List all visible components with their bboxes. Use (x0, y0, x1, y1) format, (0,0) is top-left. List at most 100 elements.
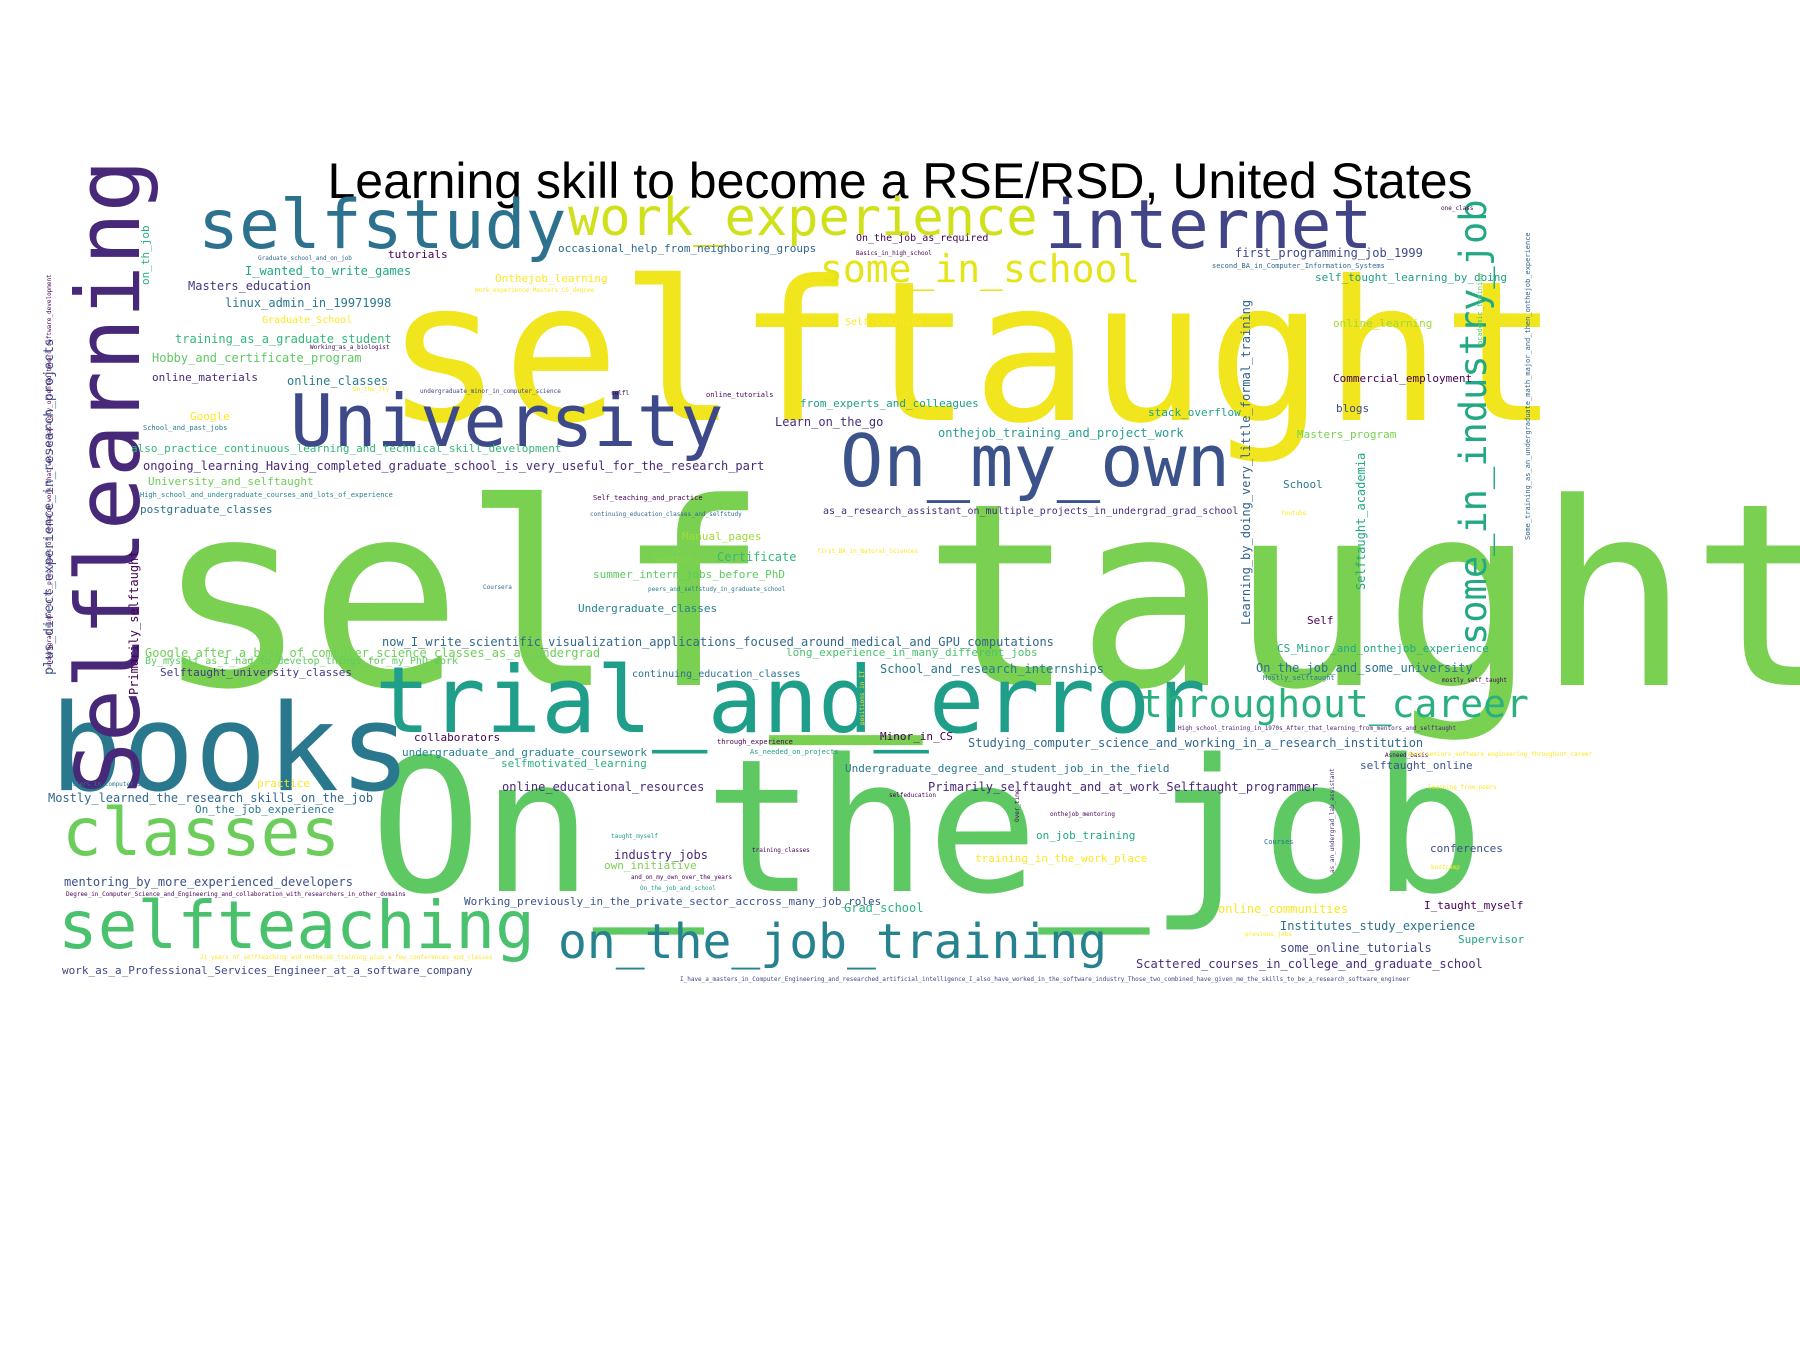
word-and-on-my-own-over-the-years: and_on_my_own_over_the_years (631, 874, 733, 881)
word-bootcamp: bootcamp (1431, 864, 1460, 871)
word-commercial-employment: Commercial_employment (1333, 372, 1473, 385)
word-masters-in-computer-science: Masters_in_Computer_Science (65, 781, 163, 788)
word-mostly-selftaught: Mostly_selftaught (1263, 674, 1335, 682)
word-on-the-job-and-some-university: On_the_job_and_some_university (1256, 661, 1473, 675)
word-first-programming-job-1999: first_programming_job_1999 (1235, 246, 1423, 260)
word-scattered-courses-in-college-and-graduate-school: Scattered_courses_in_college_and_graduat… (1136, 957, 1483, 971)
word-cloud: self_taught selftaught On_the_job books tria… (0, 0, 1800, 1350)
word-cs-minor-and-onthejob-experience: CS_Minor_and_onthejob_experience (1277, 642, 1489, 655)
word-continuing-education-classes: continuing_education_classes (632, 669, 801, 680)
word-undergraduate-degree-and-student-job-in-the-fiel: Undergraduate_degree_and_student_job_in_… (845, 762, 1170, 775)
word-onthejob-mentoring: onthejob_mentoring (1050, 811, 1116, 818)
word-school: School (1283, 478, 1323, 491)
word-masters-education: Masters_education (188, 279, 311, 293)
word-online-learning: online_learning (1333, 317, 1433, 330)
word-learning-by-doing-very-little-formal-training: Learning_by_doing_very_little_formal_tra… (1239, 299, 1253, 625)
word-school-and-past-jobs: School_and_past_jobs (143, 424, 228, 432)
word-online-educational-resources: online_educational_resources (502, 780, 705, 794)
word-some-online-tutorials: some_online_tutorials (1280, 941, 1432, 955)
word-hobby-and-certificate-program: Hobby_and_certificate_program (152, 351, 362, 365)
word-on-the-job-as-required: On_the_job_as_required (856, 233, 989, 244)
word-peers-and-selfstudy-in-graduate-school: peers_and_selfstudy_in_graduate_school (648, 586, 786, 593)
word-i-wanted-to-write-games: I_wanted_to_write_games (245, 264, 412, 278)
word-supervisor: Supervisor (1458, 933, 1525, 946)
word-online-materials: online_materials (152, 371, 258, 384)
word-first-ba-in-natural-sciences: first_BA_in_Natural_Sciences (817, 548, 919, 555)
word-primarily-selftaught-and-at-work-selftaught-prog: Primarily_selftaught_and_at_work_Selftau… (928, 780, 1319, 794)
word-i-taught-myself: I_taught_myself (1424, 899, 1524, 912)
word-21-years-of-selfteaching-and-onthejob-training-p: 21_years_of_selfteaching_and_onthejob_tr… (200, 954, 493, 961)
word-self-training: Self_training (845, 317, 924, 328)
word-training-in-the-work-place: training_in_the_work_place (975, 852, 1148, 865)
word-as-an-undergrad-lab-assistant: as_an_undergrad_lab_assistant (1329, 768, 1336, 873)
word-through-experience: through_experience (717, 738, 793, 746)
word-high-school-training-in-1970s-after-that-learnin: High_school_training_in_1970s_After_that… (1178, 725, 1457, 732)
word-selfstudy: selfstudy (198, 186, 567, 265)
word-long-experience-in-many-different-jobs: long_experience_in_many_different_jobs (786, 646, 1038, 659)
word-academic-training: academic_training (1476, 273, 1484, 345)
word-previous-jobs: previous_jobs (1245, 931, 1292, 938)
word-learn-on-the-go: Learn_on_the_go (775, 415, 884, 429)
word-certificate: Certificate (717, 550, 797, 564)
word-working-previously-in-the-private-sector-accross: Working_previously_in_the_private_sector… (464, 895, 882, 908)
word-one-class: one_class (1441, 205, 1474, 212)
word-manual-pages: Manual_pages (682, 530, 762, 543)
word-institutes-study-experience: Institutes_study_experience (1280, 919, 1476, 933)
word-university-and-selftaught: University_and_selftaught (148, 475, 314, 488)
word-basics-in-high-school: Basics_in_high_school (856, 250, 932, 257)
word-some-training-as-an-undergraduate-math-major-and: Some_training_as_an_undergraduate_math_m… (1524, 232, 1532, 540)
word-self: Self (1307, 614, 1334, 627)
word-postgraduate-classes: postgraduate_classes (140, 503, 273, 516)
word-on-th-job: on_th_job (139, 225, 152, 285)
word-from-experts-and-colleagues: from_experts_and_colleagues (800, 397, 979, 410)
word-summer-intern-jobs-before-phd: summer_intern_jobs_before_PhD (593, 568, 786, 581)
word-on-the-job-training: on_the_job_training (558, 914, 1108, 970)
word-courses: Courses (1264, 838, 1294, 846)
word-also-practice-continuous-learning-and-technical-: also_practice_continuous_learning_and_te… (131, 442, 562, 455)
word-studying-computer-science-and-working-in-a-resea: Studying_computer_science_and_working_in… (968, 736, 1424, 750)
word-learning-from-peers: learning_from_peers (1428, 784, 1497, 791)
word-taught-myself: taught_myself (611, 833, 658, 840)
word-primarily-selftaught: Primarily_selftaught (127, 550, 141, 696)
word-degree-in-computer-science-and-engineering-and-c: Degree_in_Computer_Science_and_Engineeri… (66, 891, 406, 898)
word-conferences: conferences (1430, 842, 1503, 855)
word-own-initiative: own_initiative (604, 859, 697, 872)
word-on-the-job-experience: On_the_job_experience (195, 803, 335, 816)
word-second-ba-in-computer-information-systems: second_BA_in_Computer_Information_System… (1212, 262, 1385, 270)
word-graduate-school-and-on-job: Graduate_school_and_on_job (258, 255, 352, 262)
word-blogs: blogs (1336, 402, 1370, 415)
word-graduate-school: Graduate_School (262, 315, 353, 326)
word-ongoing-learning-having-completed-graduate-schoo: ongoing_learning_Having_completed_gradua… (143, 459, 765, 473)
word-occasional-help-from-neighboring-groups: occasional_help_from_neighboring_groups (558, 242, 817, 255)
word-i-have-a-masters-in-computer-engineering-and-res: I_have_a_masters_in_Computer_Engineering… (680, 976, 1410, 983)
word-online-communities: online_communities (1218, 902, 1349, 916)
word-continuing-education-classes-and-selfstudy: continuing_education_classes_and_selfstu… (590, 511, 742, 518)
word-mentor: mentor (654, 553, 694, 566)
word-cloud-figure: Learning skill to become a RSE/RSD, Unit… (0, 0, 1800, 1350)
word-school-and-research-internships: School_and_research_internships (880, 662, 1104, 676)
word-masters-program: Masters_program (1297, 428, 1397, 441)
word-work-as-a-professional-services-engineer-at-a-so: work_as_a_Professional_Services_Engineer… (62, 964, 473, 977)
word-google: Google (190, 410, 230, 423)
word-selfl: selfl (611, 390, 630, 397)
word-underggrad-minor-in-cs-plus-years-of-research-wo: underggrad_minor_in_CS_plus_years_of_res… (46, 274, 53, 668)
word-on-job-training: on_job_training (1036, 829, 1136, 842)
word-online-tutorials: online_tutorials (706, 391, 774, 399)
word-undergraduate-minor-in-computer-science: undergraduate_minor_in_computer_science (420, 388, 561, 395)
word-positions-in-it: positions_in_IT (859, 670, 866, 725)
word-undergraduate-classes: Undergraduate_classes (578, 602, 718, 615)
word-selfmotivated-learning: selfmotivated_learning (501, 757, 647, 770)
word-stack-overflow: stack_overflow (1148, 406, 1241, 419)
word-onthejob-training-and-project-work: onthejob_training_and_project_work (938, 426, 1184, 440)
word-high-school-and-undergraduate-courses-and-lots-o: High_school_and_undergraduate_courses_an… (140, 491, 393, 499)
word-as-a-research-assistant-on-multiple-projects-in-: as_a_research_assistant_on_multiple_proj… (823, 506, 1239, 517)
word-on-the-job-and-school: On_the_job_and_school (640, 885, 716, 892)
word-some-in-industry-job: some_in_industry_job (1452, 199, 1495, 645)
word-collaborators: collaborators (414, 731, 501, 744)
word-tutorials: tutorials (388, 248, 448, 261)
word-work-experience-masters-cs-degree: Work_experience_Masters_CS_degree (475, 287, 595, 294)
word-selftaught-university-classes: Selftaught_university_classes (160, 666, 353, 679)
word-onthejob-learning: Onthejob_learning (495, 272, 608, 285)
word-grad-school: Grad_school (844, 901, 924, 915)
word-training-classes: training_classes (752, 847, 810, 854)
